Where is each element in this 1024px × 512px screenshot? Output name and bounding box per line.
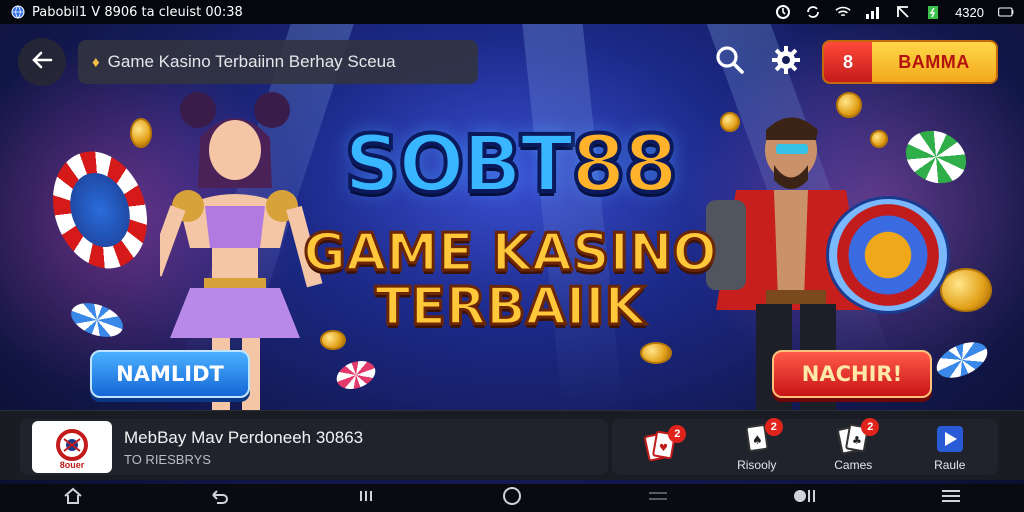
alarm-icon — [775, 4, 791, 20]
circle-icon — [502, 486, 522, 511]
gold-coin — [940, 268, 992, 312]
home-nav-button[interactable] — [60, 487, 86, 509]
battery-icon — [998, 4, 1014, 20]
home-icon — [63, 487, 83, 510]
app-name: MebBay Mav Perdoneeh 30863 — [124, 427, 364, 447]
gold-coin — [640, 342, 672, 364]
app-logo: 8ouer — [32, 421, 112, 473]
gold-coin — [130, 118, 152, 148]
lines-icon — [647, 488, 669, 509]
app-strip: 8ouer MebBay Mav Perdoneeh 30863 TO RIES… — [0, 410, 1024, 480]
status-bar: Pabobil1 V 8906 ta cleuist 00:38 4320 — [0, 0, 1024, 24]
status-time: 4320 — [955, 4, 984, 20]
navigation-bar — [0, 484, 1024, 512]
notification-badge: 2 — [668, 425, 687, 443]
app-subtitle: TO RIESBRYS — [124, 451, 211, 467]
game-tabs: ♥ 2 ♠ Risooly 2 ♣ Cames 2 Raule — [612, 418, 998, 475]
back-nav-button[interactable] — [206, 487, 232, 509]
sync-icon — [805, 4, 821, 20]
notification-badge: 2 — [861, 418, 880, 436]
gear-icon — [770, 44, 802, 81]
game-tab-4[interactable]: Raule — [910, 422, 990, 472]
split-nav-button[interactable] — [645, 487, 671, 509]
game-tab-3[interactable]: ♣ Cames 2 — [813, 418, 893, 472]
recents-nav-button[interactable] — [353, 487, 379, 509]
casino-chip-pink — [332, 355, 380, 395]
cta-badge: 8 — [824, 42, 872, 82]
back-button[interactable] — [18, 38, 66, 86]
game-tab-1[interactable]: ♥ 2 — [620, 425, 700, 465]
arrow-left-icon — [31, 49, 53, 76]
home-circle-button[interactable] — [499, 486, 525, 511]
app-text: MebBay Mav Perdoneeh 30863 TO RIESBRYS — [124, 428, 363, 467]
game-tab-label: Cames — [834, 458, 873, 472]
search-button[interactable] — [712, 44, 748, 80]
cta-label: BAMMA — [898, 51, 970, 72]
light-beam — [520, 0, 624, 421]
assistant-icon — [792, 486, 818, 511]
hero-title-part1: SOBT — [342, 118, 575, 212]
status-app-title: Pabobil1 V 8906 ta cleuist 00:38 — [32, 4, 243, 20]
hero-title-part2: 88 — [569, 118, 680, 212]
assistant-nav-button[interactable] — [792, 487, 818, 509]
wifi-icon — [835, 4, 851, 20]
battery-charging-icon — [925, 4, 941, 20]
app-card[interactable]: 8ouer MebBay Mav Perdoneeh 30863 TO RIES… — [20, 419, 608, 475]
svg-text:♠: ♠ — [752, 433, 763, 447]
play-icon — [933, 422, 967, 456]
game-tab-label: Risooly — [737, 458, 777, 472]
menu-icon — [940, 488, 962, 509]
search-icon — [715, 45, 745, 80]
svg-text:♥: ♥ — [659, 443, 668, 454]
slot-drum-icon — [826, 196, 950, 314]
data-icon — [895, 4, 911, 20]
game-tab-label: Raule — [934, 458, 966, 472]
app-globe-icon — [10, 4, 26, 20]
notification-badge: 2 — [764, 418, 783, 436]
left-hero-button[interactable]: NAMLIDT — [90, 350, 250, 398]
app-logo-text: 8ouer — [59, 460, 85, 470]
settings-button[interactable] — [768, 44, 804, 80]
menu-nav-button[interactable] — [938, 487, 964, 509]
hero-subtitle: GAME KASINO TERBAIIK — [300, 223, 720, 337]
signal-icon — [865, 4, 881, 20]
hero-title: SOBT88 — [300, 118, 720, 212]
address-bar[interactable]: ♦ Game Kasino Terbaiinn Berhay Sceua — [78, 40, 478, 84]
cta-button[interactable]: 8 BAMMA — [822, 40, 998, 84]
lock-icon: ♦ — [92, 53, 100, 71]
recents-icon — [358, 488, 374, 509]
address-text: Game Kasino Terbaiinn Berhay Sceua — [107, 52, 396, 71]
screen: Pabobil1 V 8906 ta cleuist 00:38 4320 ♦ … — [0, 0, 1024, 512]
back-arrow-icon — [209, 487, 229, 510]
game-tab-2[interactable]: ♠ Risooly 2 — [717, 418, 797, 472]
svg-text:♣: ♣ — [852, 434, 862, 447]
hero-subtitle-line2: TERBAIIK — [374, 277, 647, 337]
right-hero-button[interactable]: NACHIR! — [772, 350, 932, 398]
hero-subtitle-line1: GAME KASINO — [302, 223, 718, 283]
